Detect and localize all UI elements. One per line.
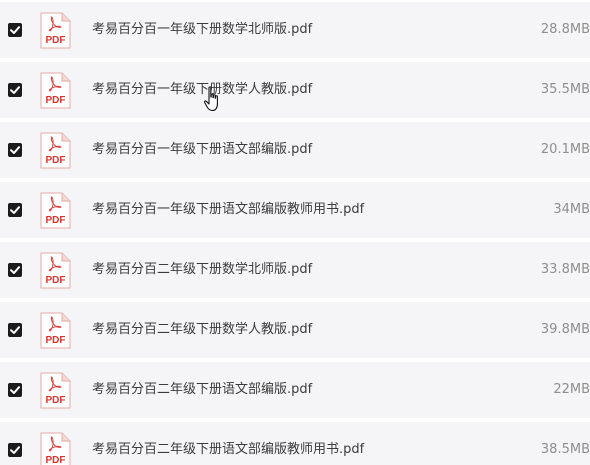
file-name[interactable]: 考易百分百二年级下册语文部编版.pdf: [92, 381, 312, 399]
checkmark-icon: [10, 446, 20, 454]
file-name[interactable]: 考易百分百二年级下册数学北师版.pdf: [92, 261, 312, 279]
file-size: 39.8MB: [540, 322, 590, 337]
pdf-file-icon: PDF: [40, 432, 71, 465]
file-name[interactable]: 考易百分百二年级下册语文部编版教师用书.pdf: [92, 441, 364, 459]
file-size: 28.8MB: [540, 22, 590, 37]
row-checkbox[interactable]: [8, 443, 22, 457]
file-size: 33.8MB: [540, 262, 590, 277]
pdf-label: PDF: [46, 275, 66, 286]
row-checkbox[interactable]: [8, 83, 22, 97]
pdf-label: PDF: [46, 95, 66, 106]
file-name[interactable]: 考易百分百一年级下册数学北师版.pdf: [92, 21, 312, 39]
pdf-file-icon: PDF: [40, 12, 71, 49]
row-checkbox[interactable]: [8, 263, 22, 277]
file-row[interactable]: PDF 考易百分百一年级下册数学人教版.pdf 35.5MB: [0, 62, 590, 118]
file-name[interactable]: 考易百分百一年级下册数学人教版.pdf: [92, 81, 312, 99]
row-checkbox[interactable]: [8, 23, 22, 37]
pdf-file-icon: PDF: [40, 312, 71, 349]
pdf-file-icon: PDF: [40, 252, 71, 289]
checkmark-icon: [10, 386, 20, 394]
file-row[interactable]: PDF 考易百分百二年级下册数学人教版.pdf 39.8MB: [0, 302, 590, 358]
file-name[interactable]: 考易百分百一年级下册语文部编版教师用书.pdf: [92, 201, 364, 219]
row-checkbox[interactable]: [8, 383, 22, 397]
file-size: 35.5MB: [540, 82, 590, 97]
file-row[interactable]: PDF 考易百分百二年级下册语文部编版.pdf 22MB: [0, 362, 590, 418]
row-checkbox[interactable]: [8, 323, 22, 337]
row-checkbox[interactable]: [8, 203, 22, 217]
file-row[interactable]: PDF 考易百分百二年级下册语文部编版教师用书.pdf 38.5MB: [0, 422, 590, 465]
file-list: PDF 考易百分百一年级下册数学北师版.pdf 28.8MB PDF 考易百分百一年级下…: [0, 0, 590, 465]
file-name[interactable]: 考易百分百一年级下册语文部编版.pdf: [92, 141, 312, 159]
file-row[interactable]: PDF 考易百分百一年级下册语文部编版教师用书.pdf 34MB: [0, 182, 590, 238]
checkmark-icon: [10, 206, 20, 214]
pdf-file-icon: PDF: [40, 372, 71, 409]
checkmark-icon: [10, 266, 20, 274]
row-checkbox[interactable]: [8, 143, 22, 157]
pdf-label: PDF: [46, 215, 66, 226]
pdf-file-icon: PDF: [40, 192, 71, 229]
file-row[interactable]: PDF 考易百分百一年级下册语文部编版.pdf 20.1MB: [0, 122, 590, 178]
file-size: 34MB: [553, 202, 590, 217]
pdf-label: PDF: [46, 335, 66, 346]
pdf-label: PDF: [46, 455, 66, 465]
file-size: 20.1MB: [540, 142, 590, 157]
checkmark-icon: [10, 86, 20, 94]
file-row[interactable]: PDF 考易百分百一年级下册数学北师版.pdf 28.8MB: [0, 2, 590, 58]
file-size: 38.5MB: [540, 442, 590, 457]
checkmark-icon: [10, 146, 20, 154]
pdf-label: PDF: [46, 155, 66, 166]
checkmark-icon: [10, 26, 20, 34]
pdf-file-icon: PDF: [40, 72, 71, 109]
file-size: 22MB: [553, 382, 590, 397]
pdf-label: PDF: [46, 395, 66, 406]
pdf-file-icon: PDF: [40, 132, 71, 169]
file-name[interactable]: 考易百分百二年级下册数学人教版.pdf: [92, 321, 312, 339]
checkmark-icon: [10, 326, 20, 334]
pdf-label: PDF: [46, 35, 66, 46]
file-row[interactable]: PDF 考易百分百二年级下册数学北师版.pdf 33.8MB: [0, 242, 590, 298]
